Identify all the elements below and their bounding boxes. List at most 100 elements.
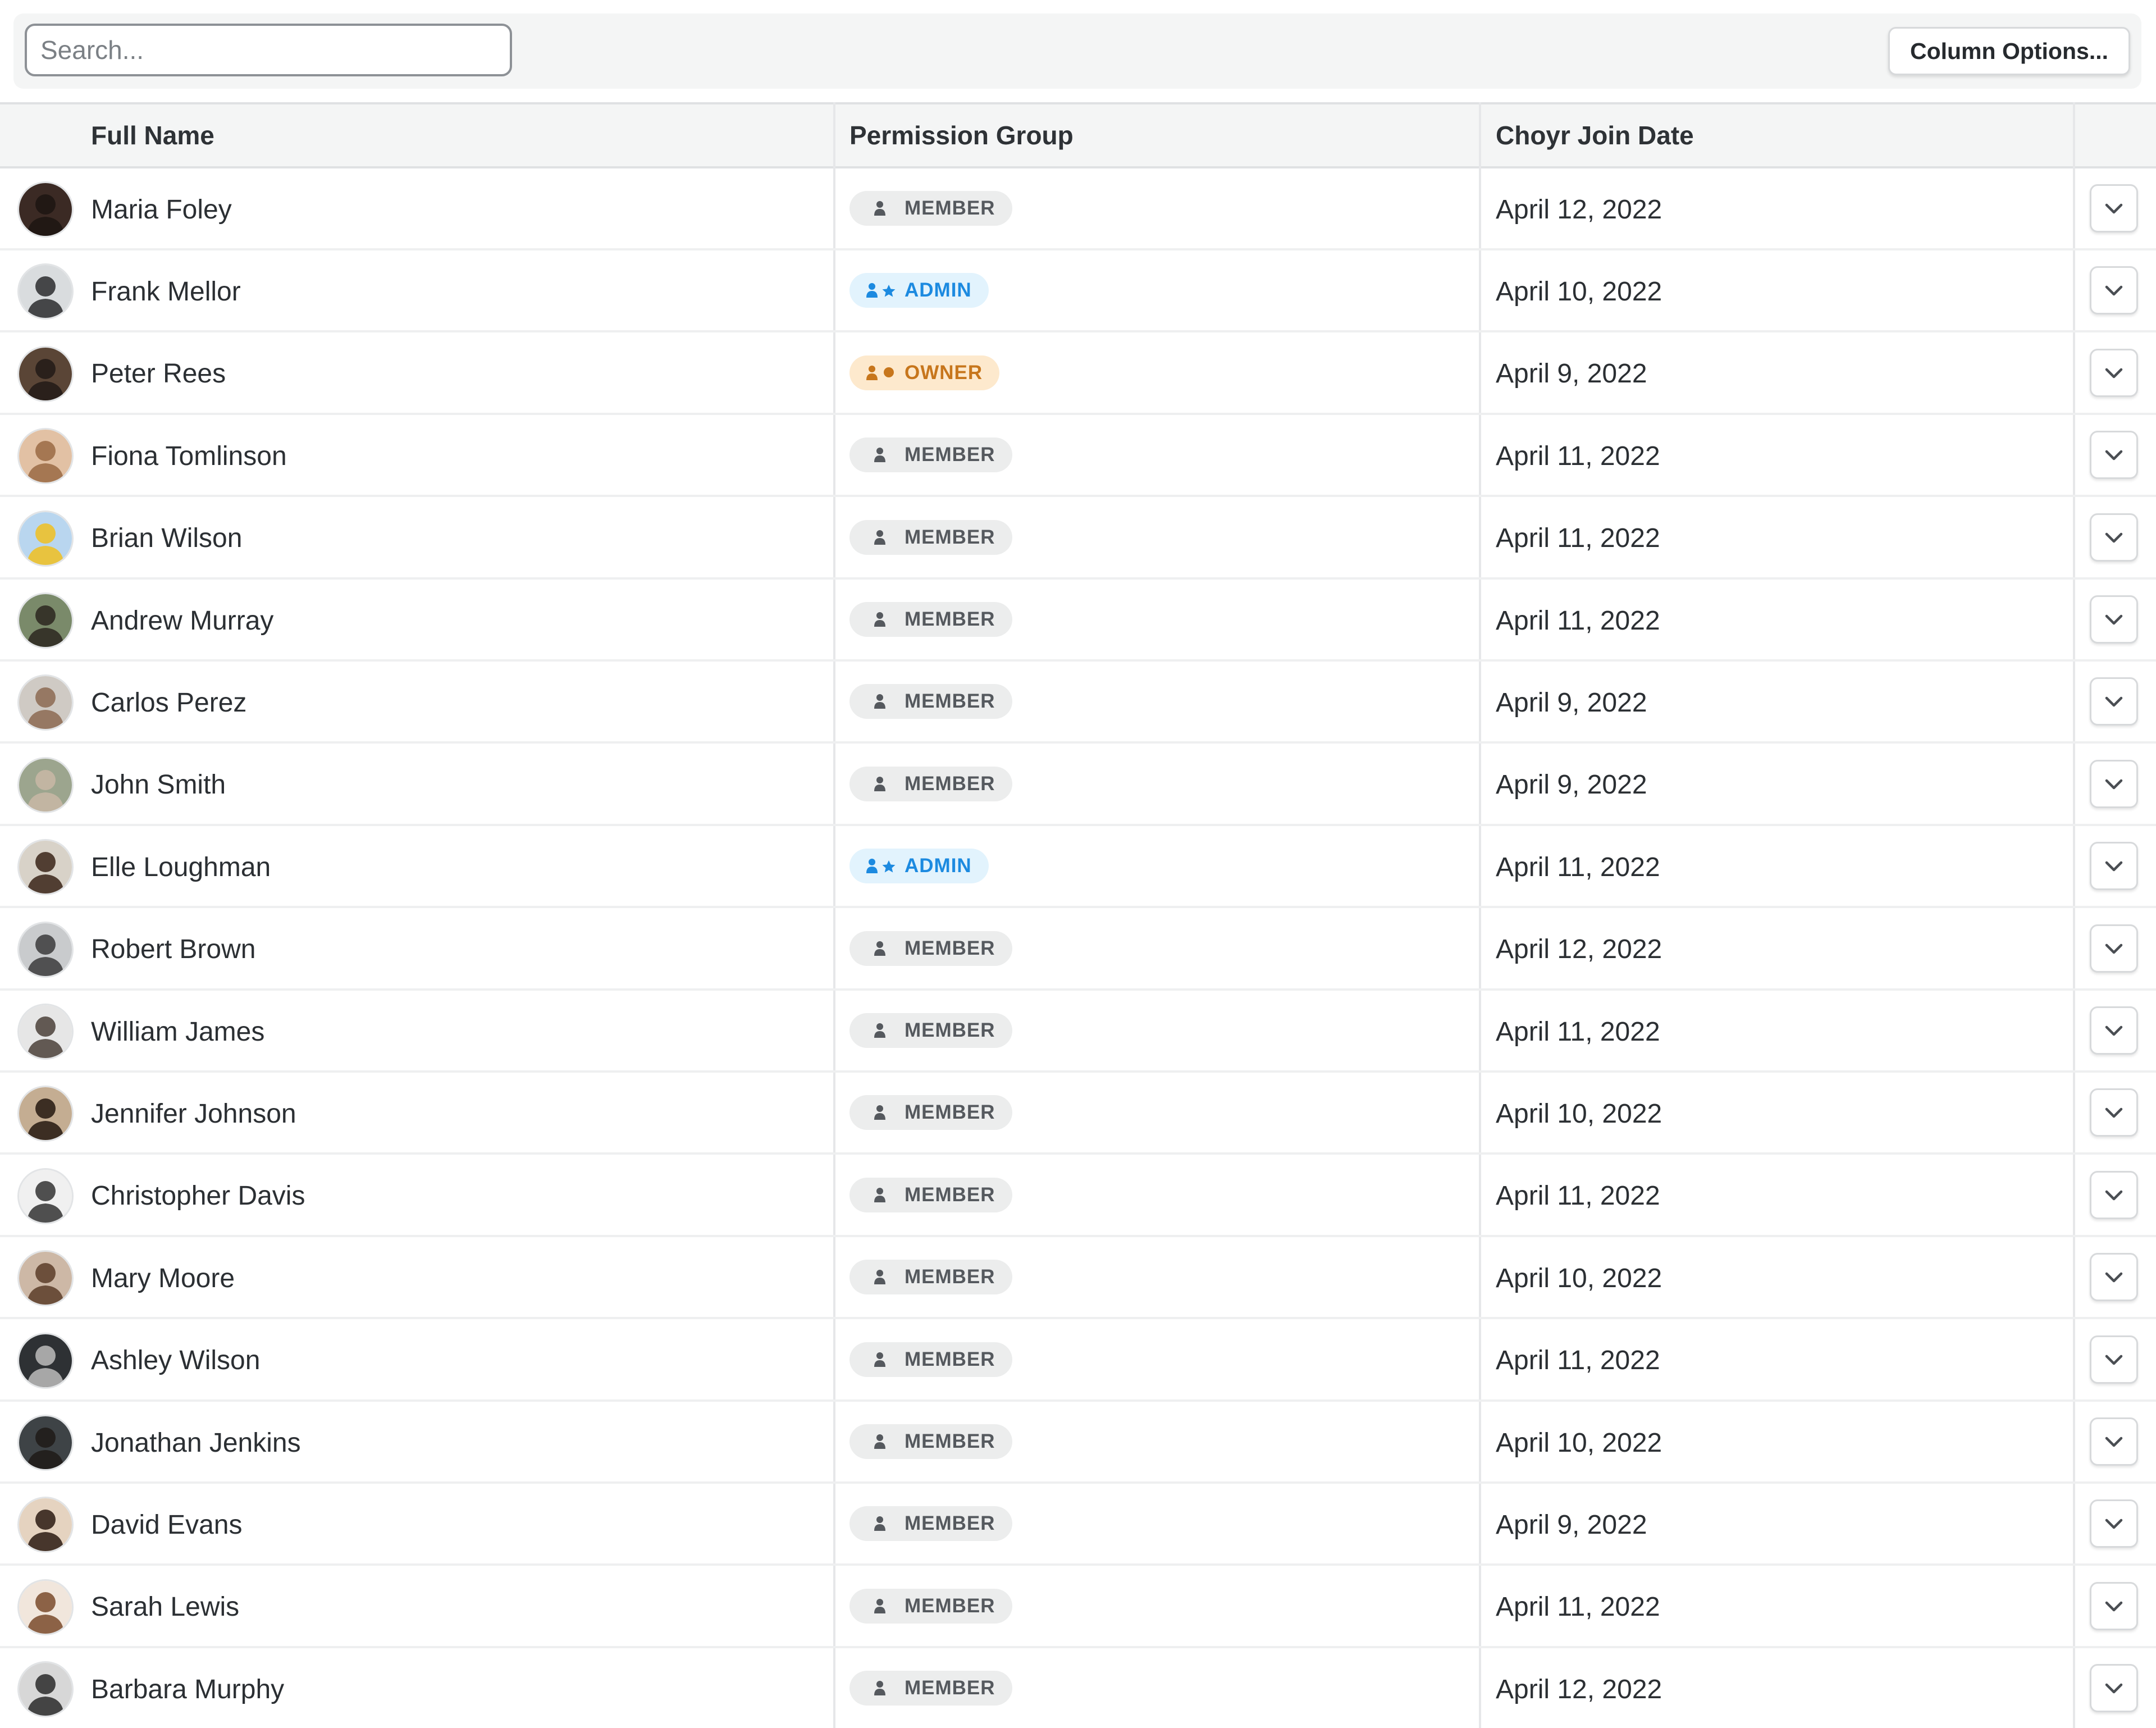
row-expand-button[interactable] (2090, 595, 2138, 644)
avatar (19, 1087, 72, 1141)
permission-label: MEMBER (905, 1677, 995, 1699)
avatar (19, 1416, 72, 1469)
row-expand-button[interactable] (2090, 1417, 2138, 1466)
table-header: Full Name Permission Group Choyr Join Da… (0, 102, 2156, 168)
row-expand-button[interactable] (2090, 348, 2138, 397)
table-row[interactable]: Brian Wilson MEMBER April 11, 2022 (0, 498, 2156, 580)
join-date: April 9, 2022 (1496, 770, 1647, 800)
toolbar: Column Options... (13, 13, 2141, 89)
permission-badge: MEMBER (849, 1013, 1012, 1048)
permission-badge: MEMBER (849, 1671, 1012, 1706)
row-expand-button[interactable] (2090, 184, 2138, 232)
row-expand-button[interactable] (2090, 1499, 2138, 1548)
join-date: April 12, 2022 (1496, 934, 1662, 965)
permission-label: MEMBER (905, 1594, 995, 1617)
avatar (19, 1005, 72, 1058)
avatar (19, 1334, 72, 1387)
person-icon (874, 201, 885, 216)
chevron-down-icon (2105, 532, 2123, 542)
permission-badge: MEMBER (849, 1095, 1012, 1130)
table-row[interactable]: Mary Moore MEMBER April 10, 2022 (0, 1237, 2156, 1320)
join-date: April 11, 2022 (1496, 1181, 1660, 1211)
row-expand-button[interactable] (2090, 1006, 2138, 1055)
table-row[interactable]: Fiona Tomlinson MEMBER April 11, 2022 (0, 415, 2156, 498)
permission-label: MEMBER (905, 197, 995, 219)
join-date: April 10, 2022 (1496, 1428, 1662, 1458)
join-date: April 11, 2022 (1496, 1016, 1660, 1047)
permission-label: MEMBER (905, 1266, 995, 1288)
permission-badge: MEMBER (849, 931, 1012, 966)
table-row[interactable]: Frank Mellor ADMIN April 10, 2022 (0, 250, 2156, 333)
permission-label: MEMBER (905, 1348, 995, 1370)
row-expand-button[interactable] (2090, 842, 2138, 891)
chevron-down-icon (2105, 1272, 2123, 1283)
chevron-down-icon (2105, 286, 2123, 296)
row-expand-button[interactable] (2090, 1088, 2138, 1137)
full-name: Christopher Davis (91, 1181, 305, 1211)
full-name: Jonathan Jenkins (91, 1428, 301, 1458)
table-row[interactable]: Elle Loughman ADMIN April 11, 2022 (0, 826, 2156, 909)
row-expand-button[interactable] (2090, 513, 2138, 562)
permission-label: MEMBER (905, 608, 995, 630)
chevron-down-icon (2105, 614, 2123, 625)
person-icon (874, 1681, 885, 1696)
row-expand-button[interactable] (2090, 1581, 2138, 1630)
table-row[interactable]: Jennifer Johnson MEMBER April 10, 2022 (0, 1073, 2156, 1155)
full-name: Barbara Murphy (91, 1674, 285, 1704)
row-expand-button[interactable] (2090, 924, 2138, 973)
row-expand-button[interactable] (2090, 759, 2138, 808)
person-icon (874, 1105, 885, 1120)
avatar (19, 758, 72, 811)
permission-badge: MEMBER (849, 191, 1012, 226)
row-expand-button[interactable] (2090, 1253, 2138, 1302)
chevron-down-icon (2105, 943, 2123, 954)
avatar (19, 1169, 72, 1223)
full-name: Frank Mellor (91, 276, 241, 307)
table-row[interactable]: Andrew Murray MEMBER April 11, 2022 (0, 580, 2156, 662)
permission-label: ADMIN (905, 855, 972, 877)
column-options-button[interactable]: Column Options... (1888, 27, 2130, 75)
column-header-permission-group[interactable]: Permission Group (849, 104, 1074, 166)
avatar (19, 430, 72, 483)
chevron-down-icon (2105, 697, 2123, 707)
table-row[interactable]: William James MEMBER April 11, 2022 (0, 991, 2156, 1073)
avatar (19, 1498, 72, 1552)
person-icon (874, 1516, 885, 1531)
table-row[interactable]: Jonathan Jenkins MEMBER April 10, 2022 (0, 1402, 2156, 1484)
person-icon (874, 1598, 885, 1613)
permission-label: MEMBER (905, 444, 995, 466)
chevron-down-icon (2105, 450, 2123, 461)
row-expand-button[interactable] (2090, 1335, 2138, 1384)
avatar (19, 841, 72, 894)
full-name: Elle Loughman (91, 852, 271, 882)
join-date: April 11, 2022 (1496, 605, 1660, 636)
chevron-down-icon (2105, 368, 2123, 379)
table-row[interactable]: Ashley Wilson MEMBER April 11, 2022 (0, 1320, 2156, 1402)
search-input[interactable] (25, 24, 512, 76)
table-row[interactable]: Peter Rees OWNER April 9, 2022 (0, 333, 2156, 415)
permission-badge: MEMBER (849, 602, 1012, 637)
table-row[interactable]: David Evans MEMBER April 9, 2022 (0, 1484, 2156, 1566)
full-name: David Evans (91, 1510, 243, 1540)
row-expand-button[interactable] (2090, 431, 2138, 480)
row-expand-button[interactable] (2090, 1664, 2138, 1713)
permission-badge: ADMIN (849, 849, 989, 884)
table-row[interactable]: Maria Foley MEMBER April 12, 2022 (0, 168, 2156, 250)
row-expand-button[interactable] (2090, 266, 2138, 315)
column-header-full-name[interactable]: Full Name (91, 104, 214, 166)
column-header-join-date[interactable]: Choyr Join Date (1496, 104, 1694, 166)
table-row[interactable]: Barbara Murphy MEMBER April 12, 2022 (0, 1648, 2156, 1728)
join-date: April 11, 2022 (1496, 1592, 1660, 1622)
table-row[interactable]: Robert Brown MEMBER April 12, 2022 (0, 909, 2156, 991)
chevron-down-icon (2105, 1355, 2123, 1365)
chevron-down-icon (2105, 1601, 2123, 1612)
table-row[interactable]: Sarah Lewis MEMBER April 11, 2022 (0, 1566, 2156, 1648)
table-row[interactable]: Christopher Davis MEMBER April 11, 2022 (0, 1155, 2156, 1237)
table-row[interactable]: Carlos Perez MEMBER April 9, 2022 (0, 662, 2156, 744)
avatar (19, 923, 72, 976)
row-expand-button[interactable] (2090, 677, 2138, 726)
table-row[interactable]: John Smith MEMBER April 9, 2022 (0, 744, 2156, 826)
chevron-down-icon (2105, 1190, 2123, 1201)
row-expand-button[interactable] (2090, 1170, 2138, 1219)
permission-badge: MEMBER (849, 684, 1012, 719)
